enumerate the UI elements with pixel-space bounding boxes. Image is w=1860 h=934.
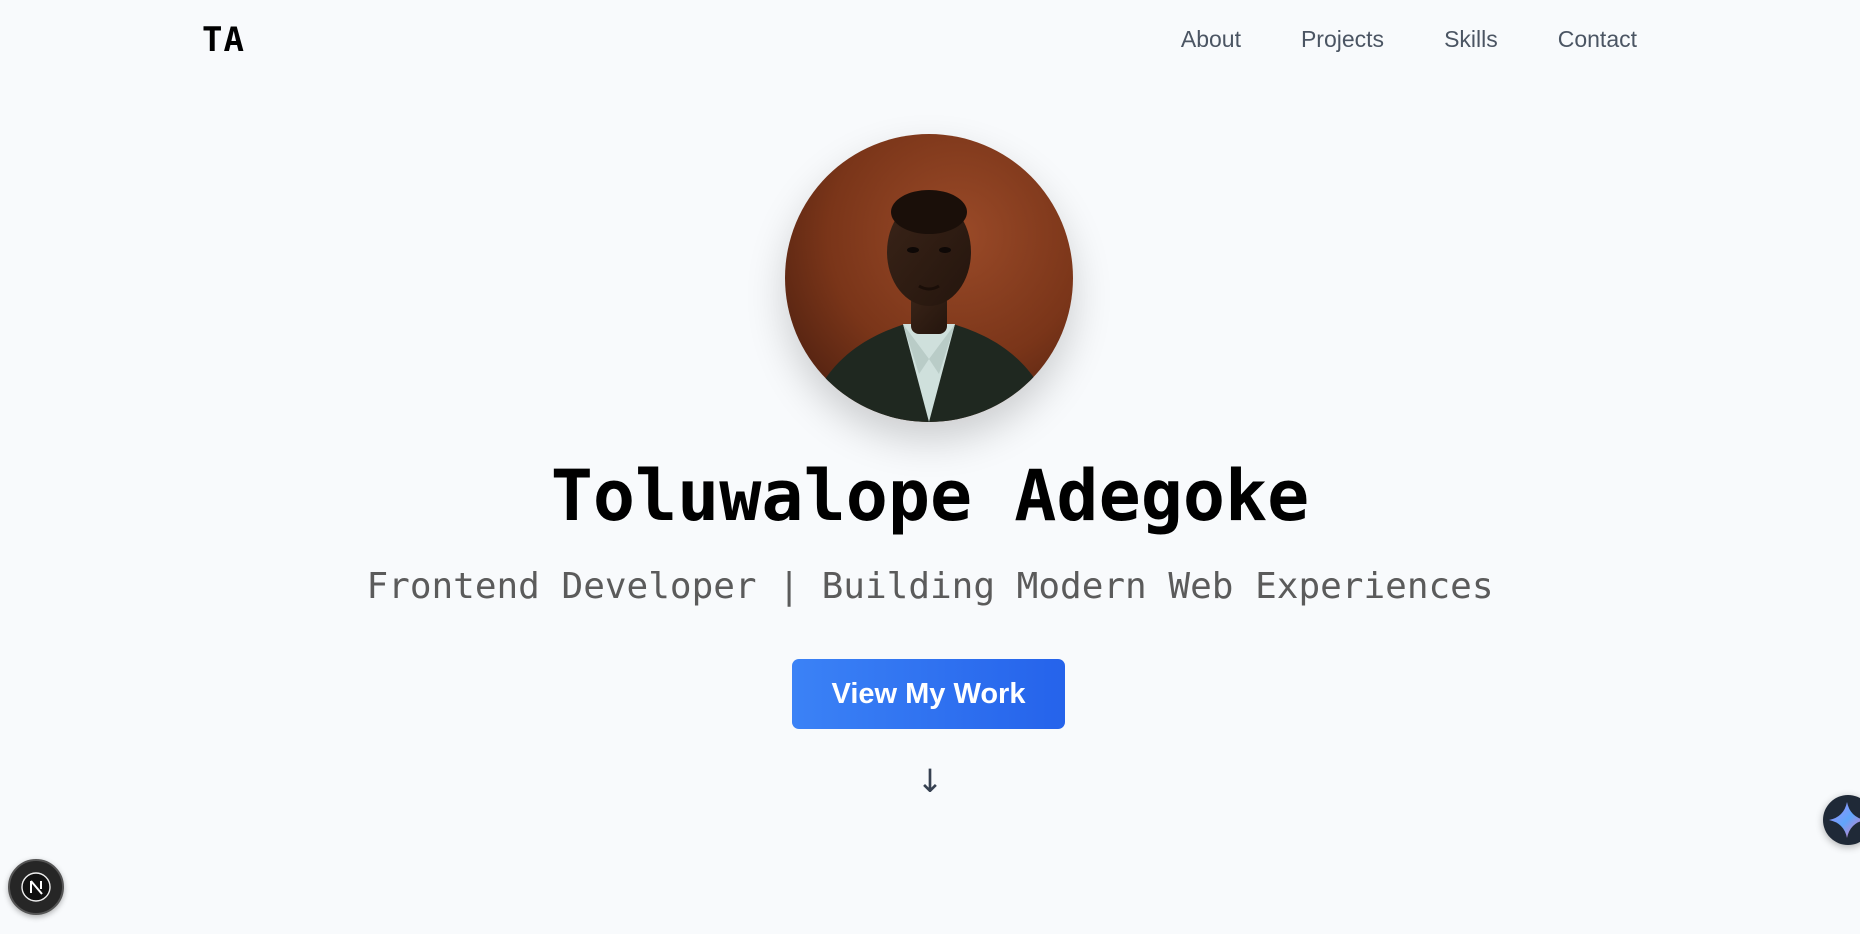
arrow-down-icon[interactable]: ↓ (0, 762, 1860, 800)
nav-link-about[interactable]: About (1181, 26, 1241, 53)
nextjs-logo-icon[interactable] (8, 859, 64, 915)
hero-tagline: Frontend Developer | Building Modern Web… (366, 566, 1494, 607)
nav-links: About Projects Skills Contact (1181, 26, 1637, 53)
sparkle-icon[interactable] (1823, 795, 1860, 845)
nav-link-skills[interactable]: Skills (1444, 26, 1498, 53)
nav-link-projects[interactable]: Projects (1301, 26, 1384, 53)
site-logo[interactable]: TA (202, 20, 245, 60)
top-nav: TA About Projects Skills Contact (0, 0, 1860, 80)
hero-name: Toluwalope Adegoke (550, 455, 1310, 537)
profile-photo (785, 134, 1073, 422)
page: TA About Projects Skills Contact Toluwal… (0, 0, 1860, 934)
nav-link-contact[interactable]: Contact (1558, 26, 1637, 53)
view-my-work-button[interactable]: View My Work (792, 659, 1065, 729)
